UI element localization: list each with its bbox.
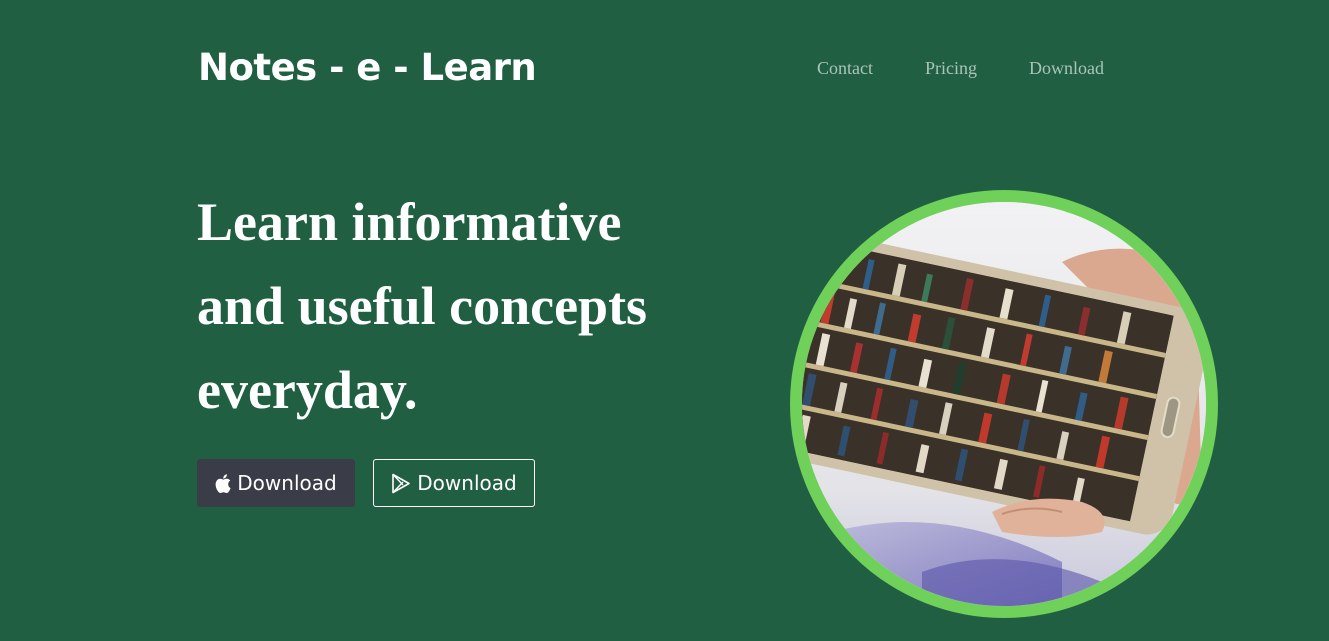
- google-play-download-button[interactable]: Download: [373, 459, 535, 507]
- nav-contact[interactable]: Contact: [817, 58, 873, 79]
- apple-download-button[interactable]: Download: [197, 459, 355, 507]
- nav-pricing[interactable]: Pricing: [925, 58, 977, 79]
- nav-download[interactable]: Download: [1029, 58, 1104, 79]
- google-play-icon: [391, 473, 411, 494]
- brand-logo[interactable]: Notes - e - Learn: [198, 46, 537, 89]
- main-nav: Contact Pricing Download: [817, 58, 1104, 79]
- hero-image: [790, 190, 1218, 618]
- apple-download-label: Download: [237, 471, 337, 495]
- hero-headline: Learn informative and useful concepts ev…: [197, 192, 648, 420]
- apple-icon: [215, 473, 231, 493]
- google-play-download-label: Download: [417, 471, 517, 495]
